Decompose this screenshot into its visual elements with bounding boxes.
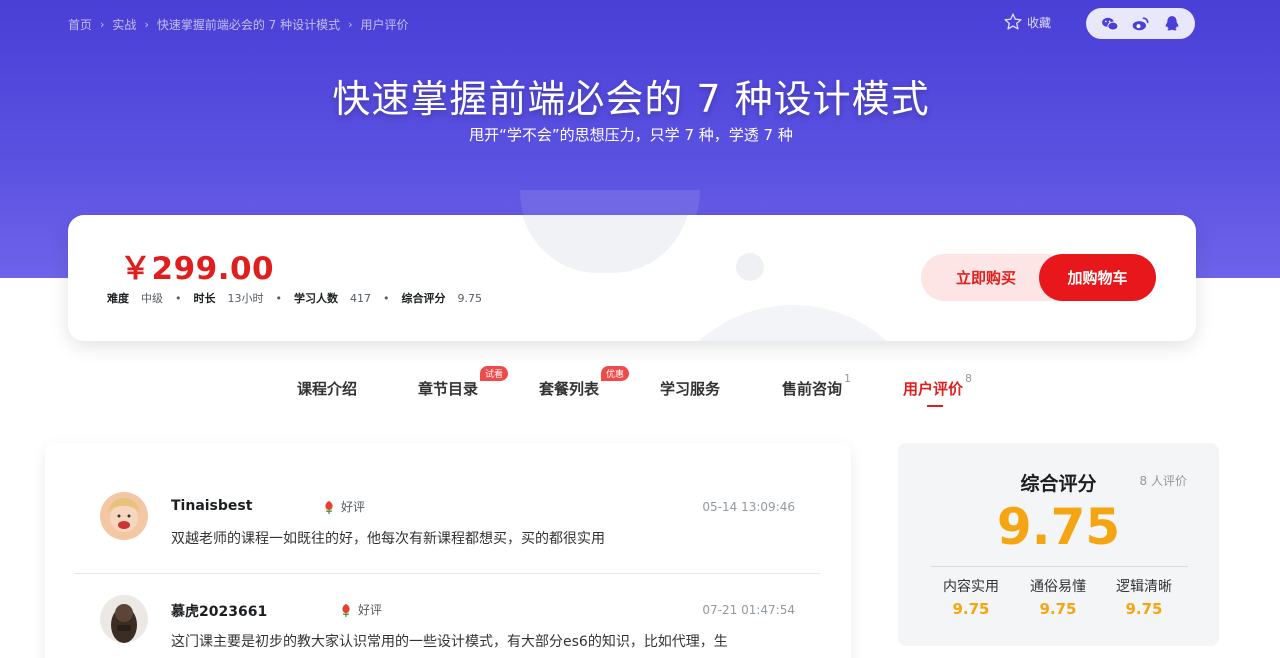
qq-icon[interactable] bbox=[1162, 14, 1182, 34]
review-rating: 好评 bbox=[338, 601, 382, 618]
tab-label: 售前咨询 bbox=[782, 380, 843, 398]
favorite-label: 收藏 bbox=[1027, 15, 1052, 30]
sub-score: 通俗易懂 9.75 bbox=[1013, 576, 1103, 618]
divider bbox=[930, 566, 1188, 567]
stat-value: 中级 bbox=[141, 292, 163, 305]
tab-badge: 优惠 bbox=[601, 366, 630, 381]
price-card: ￥299.00 难度 中级 • 时长 13小时 • 学习人数 417 • 综合评… bbox=[68, 215, 1196, 341]
rating-summary: 综合评分 8 人评价 9.75 内容实用 9.75 通俗易懂 9.75 逻辑清晰… bbox=[898, 443, 1219, 646]
card-decoration-arc bbox=[653, 305, 933, 341]
breadcrumb-category[interactable]: 实战 bbox=[112, 16, 136, 33]
card-decoration bbox=[520, 215, 690, 273]
share-bar bbox=[1086, 8, 1195, 39]
tab-count: 8 bbox=[965, 372, 973, 385]
tab-label: 学习服务 bbox=[660, 380, 721, 398]
sub-score: 内容实用 9.75 bbox=[926, 576, 1016, 618]
flower-icon bbox=[325, 500, 333, 514]
stat-key: 学习人数 bbox=[294, 292, 338, 305]
course-tabs: 课程介绍 章节目录 试看 套餐列表 优惠 学习服务 售前咨询 1 用户评价 8 bbox=[0, 366, 1280, 412]
add-cart-button[interactable]: 加购物车 bbox=[1039, 254, 1156, 301]
review-rating: 好评 bbox=[321, 498, 365, 515]
sub-score-value: 9.75 bbox=[1125, 600, 1163, 618]
tab-label: 用户评价 bbox=[903, 380, 964, 398]
chevron-right-icon: › bbox=[100, 18, 105, 31]
stat-key: 综合评分 bbox=[401, 292, 446, 305]
tab-packages[interactable]: 套餐列表 优惠 bbox=[539, 366, 630, 399]
breadcrumb-course[interactable]: 快速掌握前端必会的 7 种设计模式 bbox=[157, 16, 340, 33]
tab-consult[interactable]: 售前咨询 1 bbox=[782, 372, 851, 399]
divider bbox=[75, 573, 820, 574]
tab-label: 课程介绍 bbox=[297, 380, 358, 398]
review-username[interactable]: Tinaisbest bbox=[171, 498, 252, 514]
stat-value: 9.75 bbox=[457, 291, 483, 305]
star-icon bbox=[1004, 13, 1022, 30]
weibo-icon[interactable] bbox=[1131, 14, 1151, 34]
course-price: ￥299.00 bbox=[120, 251, 275, 287]
course-subtitle: 甩开“学不会”的思想压力，只学 7 种，学透 7 种 bbox=[469, 126, 793, 144]
avatar[interactable] bbox=[100, 492, 148, 540]
stat-value: 417 bbox=[350, 291, 371, 305]
breadcrumb-current: 用户评价 bbox=[360, 18, 409, 32]
chevron-right-icon: › bbox=[144, 18, 149, 31]
favorite-button[interactable]: 收藏 bbox=[1003, 12, 1051, 32]
buy-now-button[interactable]: 立即购买 bbox=[921, 254, 1051, 301]
tab-services[interactable]: 学习服务 bbox=[660, 378, 720, 399]
card-decoration-dot bbox=[736, 253, 764, 281]
rating-label: 好评 bbox=[341, 500, 366, 514]
sub-score-label: 通俗易懂 bbox=[1030, 579, 1086, 595]
review-list: Tinaisbest 好评 05-14 13:09:46 双越老师的课程一如既往… bbox=[45, 443, 851, 658]
stat-key: 难度 bbox=[107, 292, 129, 305]
sub-score: 逻辑清晰 9.75 bbox=[1099, 576, 1189, 618]
stat-value: 13小时 bbox=[227, 292, 264, 305]
stat-key: 时长 bbox=[193, 292, 216, 305]
tab-chapters[interactable]: 章节目录 试看 bbox=[418, 366, 509, 399]
wechat-icon[interactable] bbox=[1100, 14, 1120, 34]
tab-reviews[interactable]: 用户评价 8 bbox=[903, 372, 972, 407]
review-count: 8 人评价 bbox=[1139, 474, 1187, 488]
rating-label: 好评 bbox=[358, 603, 383, 617]
chevron-right-icon: › bbox=[348, 18, 353, 31]
sub-score-value: 9.75 bbox=[1039, 600, 1077, 618]
course-stats: 难度 中级 • 时长 13小时 • 学习人数 417 • 综合评分 9.75 bbox=[107, 290, 494, 306]
review-time: 07-21 01:47:54 bbox=[702, 603, 795, 617]
avatar[interactable] bbox=[100, 595, 148, 643]
review-time: 05-14 13:09:46 bbox=[702, 500, 795, 514]
sub-score-label: 逻辑清晰 bbox=[1116, 579, 1172, 595]
sub-score-value: 9.75 bbox=[952, 600, 990, 618]
stat-separator: • bbox=[275, 291, 283, 305]
tab-label: 套餐列表 bbox=[539, 380, 600, 398]
stat-separator: • bbox=[175, 291, 182, 305]
tab-count: 1 bbox=[844, 372, 852, 385]
tab-label: 章节目录 bbox=[418, 380, 479, 398]
tab-intro[interactable]: 课程介绍 bbox=[297, 378, 357, 399]
tab-badge: 试看 bbox=[480, 366, 509, 381]
breadcrumb-home[interactable]: 首页 bbox=[68, 16, 92, 33]
flower-icon bbox=[342, 603, 350, 617]
stat-separator: • bbox=[383, 291, 390, 305]
sub-score-label: 内容实用 bbox=[943, 579, 999, 595]
overall-score: 9.75 bbox=[996, 498, 1121, 556]
course-title: 快速掌握前端必会的 7 种设计模式 bbox=[332, 77, 930, 121]
review-content: 这门课主要是初步的教大家认识常用的一些设计模式，有大部分es6的知识，比如代理，… bbox=[171, 634, 728, 650]
breadcrumb: 首页 › 实战 › 快速掌握前端必会的 7 种设计模式 › 用户评价 bbox=[68, 16, 409, 33]
review-username[interactable]: 慕虎2023661 bbox=[171, 601, 267, 621]
review-content: 双越老师的课程一如既往的好，他每次有新课程都想买，买的都很实用 bbox=[171, 531, 605, 547]
